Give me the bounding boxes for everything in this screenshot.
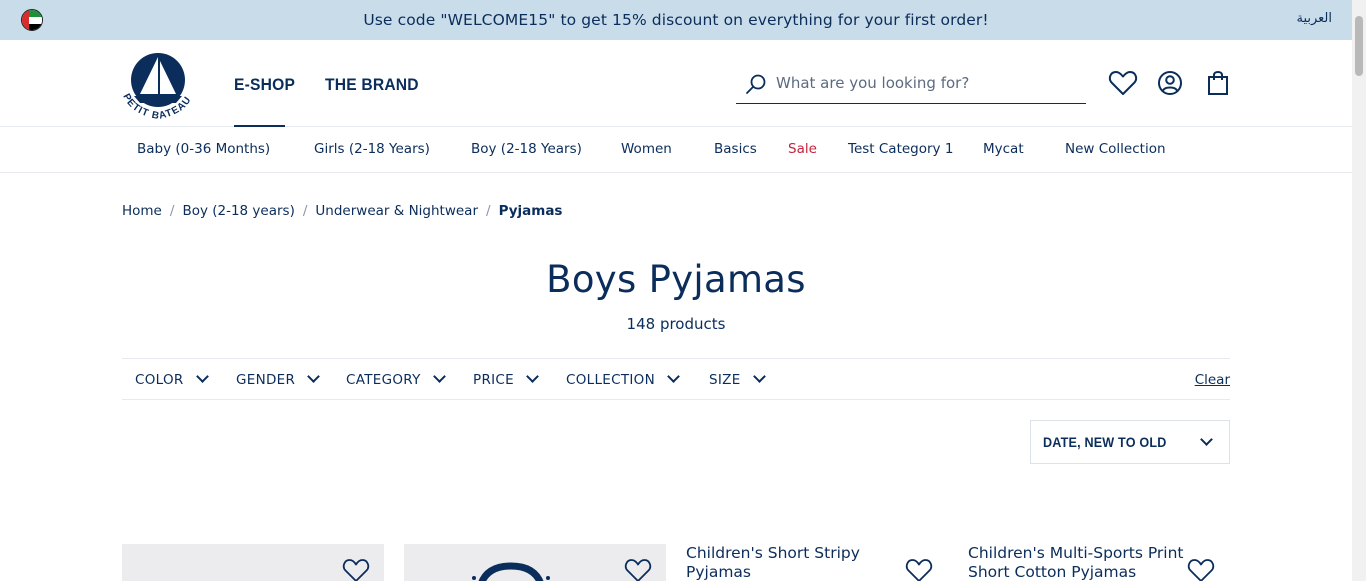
category-women[interactable]: Women (621, 141, 672, 157)
breadcrumb-separator: / (486, 203, 491, 219)
search-icon[interactable] (745, 73, 767, 95)
page-scrollbar[interactable] (1352, 0, 1366, 581)
chevron-down-icon (667, 370, 680, 383)
filter-size[interactable]: SIZE (709, 370, 766, 388)
scrollbar-thumb[interactable] (1355, 16, 1363, 76)
chevron-down-icon (526, 370, 539, 383)
wishlist-heart-icon[interactable] (624, 557, 652, 581)
category-girls[interactable]: Girls (2-18 Years) (314, 141, 430, 157)
shopping-bag-icon[interactable] (1203, 68, 1233, 98)
page-title: Boys Pyjamas (546, 258, 806, 301)
search-input[interactable] (776, 71, 1076, 95)
breadcrumb-current: Pyjamas (498, 203, 563, 219)
sort-selected-value: DATE, NEW TO OLD (1043, 434, 1167, 450)
chevron-down-icon (752, 370, 766, 383)
category-nav: Baby (0-36 Months) Girls (2-18 Years) Bo… (0, 127, 1352, 173)
nav-eshop[interactable]: E-SHOP (234, 75, 295, 95)
filter-category[interactable]: CATEGORY (346, 370, 446, 388)
wishlist-heart-icon[interactable] (905, 557, 933, 581)
product-card[interactable]: Children's Multi-Sports Print Short Cott… (968, 544, 1230, 581)
breadcrumb-home[interactable]: Home (122, 203, 162, 219)
category-basics[interactable]: Basics (714, 141, 757, 157)
filter-gender[interactable]: GENDER (236, 370, 321, 388)
category-mycat[interactable]: Mycat (983, 141, 1024, 157)
chevron-down-icon (195, 370, 209, 383)
filter-collection[interactable]: COLLECTION (566, 370, 680, 388)
filter-price[interactable]: PRICE (473, 370, 539, 388)
site-header: PETIT BATEAU E-SHOP THE BRAND (0, 40, 1352, 127)
pyjama-collar-graphic (472, 562, 550, 581)
wishlist-heart-icon[interactable] (1108, 68, 1138, 98)
wishlist-heart-icon[interactable] (342, 557, 370, 581)
clear-filters-link[interactable]: Clear (1195, 372, 1230, 388)
account-icon[interactable] (1155, 68, 1185, 98)
category-baby[interactable]: Baby (0-36 Months) (137, 141, 270, 157)
product-card[interactable]: Children's Short Stripy Pyjamas (686, 544, 948, 581)
breadcrumb-separator: / (302, 203, 308, 219)
filter-color[interactable]: COLOR (135, 370, 209, 388)
language-link[interactable]: العربية (1296, 0, 1332, 38)
product-card[interactable] (404, 544, 666, 581)
sort-dropdown[interactable]: DATE, NEW TO OLD (1030, 420, 1230, 464)
category-sale[interactable]: Sale (788, 141, 817, 157)
product-image-alt-text[interactable]: Children's Multi-Sports Print Short Cott… (968, 544, 1218, 581)
product-image-alt-text[interactable]: Children's Short Stripy Pyjamas (686, 544, 901, 581)
breadcrumb-boy[interactable]: Boy (2-18 years) (182, 203, 294, 219)
nav-the-brand[interactable]: THE BRAND (325, 75, 419, 95)
petit-bateau-logo[interactable]: PETIT BATEAU (120, 48, 196, 122)
category-new-collection[interactable]: New Collection (1065, 141, 1166, 157)
product-count: 148 products (626, 315, 726, 333)
breadcrumb-separator: / (169, 203, 175, 219)
chevron-down-icon (432, 370, 446, 383)
wishlist-heart-icon[interactable] (1187, 557, 1215, 581)
filter-bar: COLOR GENDER CATEGORY PRICE COLLECTION S… (122, 358, 1230, 400)
category-test-category-1[interactable]: Test Category 1 (848, 141, 953, 157)
breadcrumb: Home / Boy (2-18 years) / Underwear & Nightw… (122, 203, 562, 219)
chevron-down-icon (1200, 433, 1213, 446)
product-card[interactable] (122, 544, 384, 581)
category-boy[interactable]: Boy (2-18 Years) (471, 141, 582, 157)
search-bar[interactable] (736, 65, 1086, 104)
breadcrumb-underwear-nightwear[interactable]: Underwear & Nightwear (315, 203, 478, 219)
promo-text: Use code "WELCOME15" to get 15% discount… (363, 11, 989, 29)
promo-bar: Use code "WELCOME15" to get 15% discount… (0, 0, 1352, 40)
chevron-down-icon (307, 370, 321, 383)
